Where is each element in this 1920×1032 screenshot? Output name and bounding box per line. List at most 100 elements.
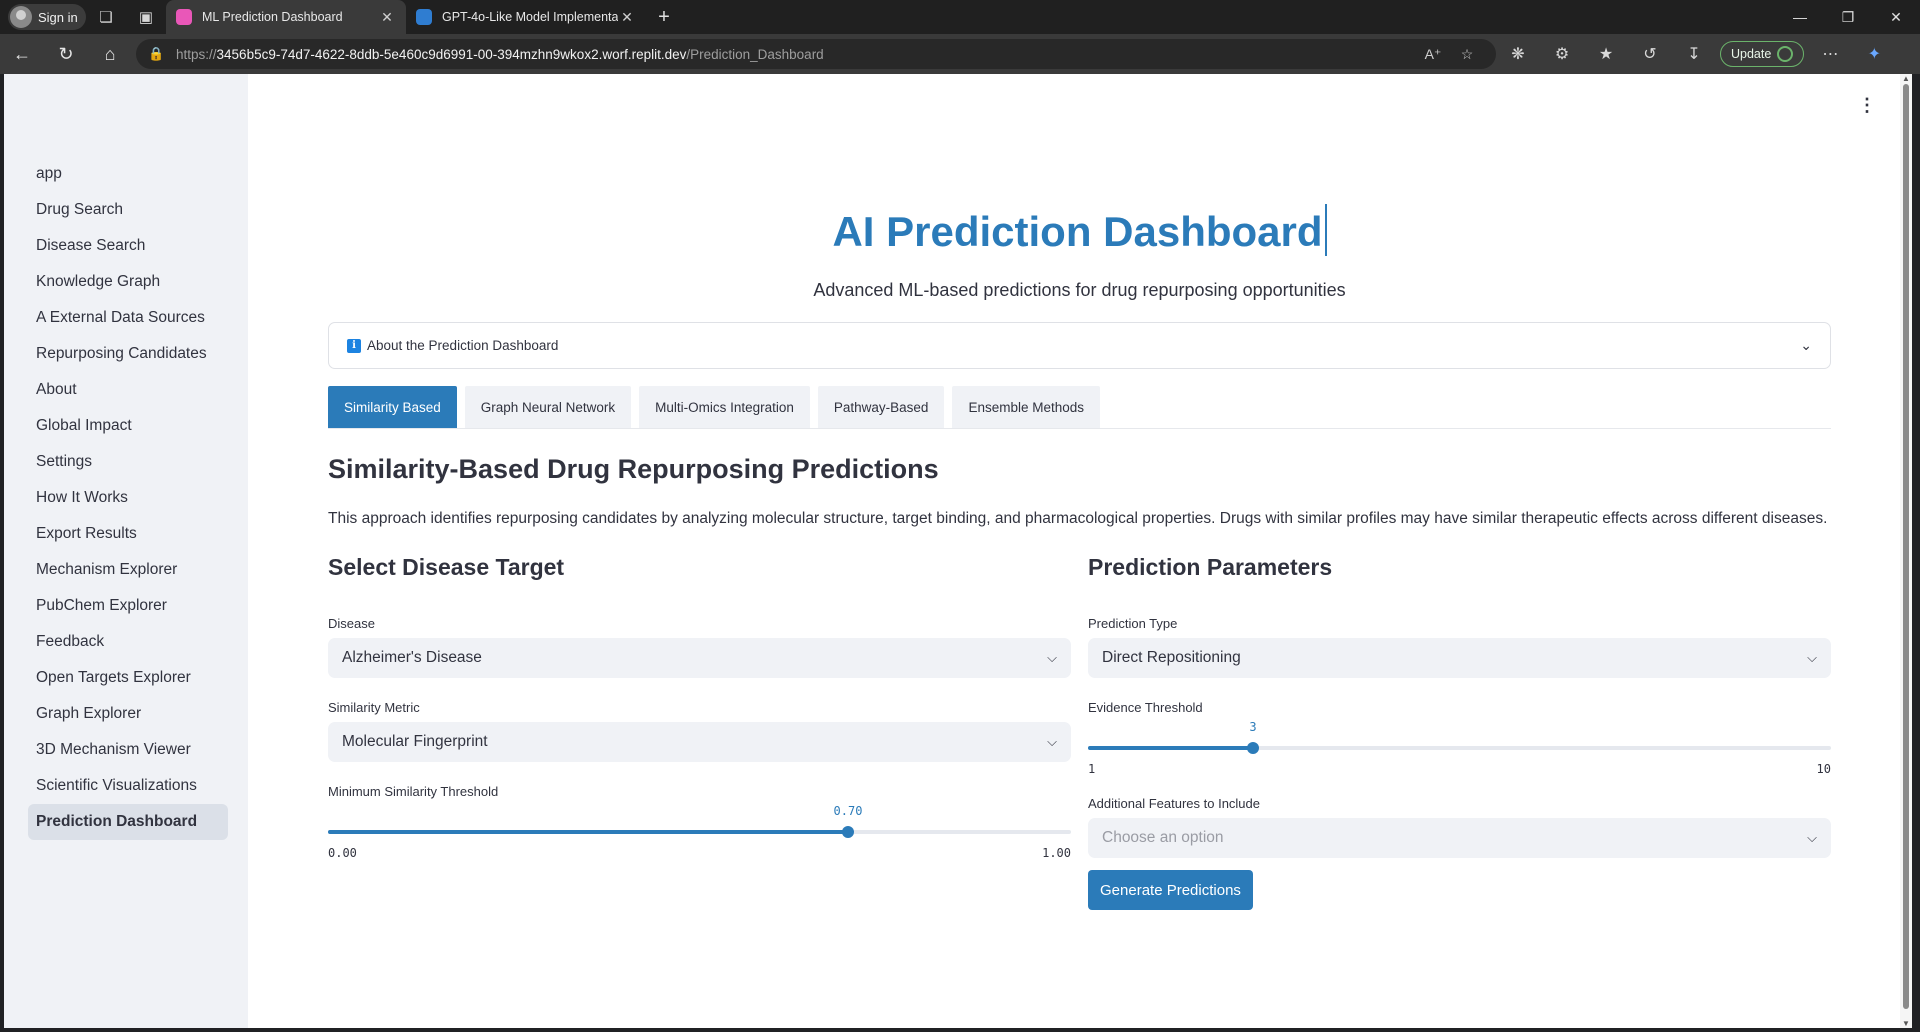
slider-max: 1.00	[1042, 846, 1071, 860]
column-title: Prediction Parameters	[1088, 554, 1333, 580]
additional-features-multiselect[interactable]: Choose an option ⌵	[1088, 818, 1831, 858]
sidebar-item-graph-explorer[interactable]: Graph Explorer	[28, 696, 228, 732]
web-page: app Drug Search Disease Search Knowledge Gr…	[4, 74, 1912, 1028]
about-expander[interactable]: i About the Prediction Dashboard ⌄	[328, 322, 1831, 369]
sidebar-item-about[interactable]: About	[28, 372, 228, 408]
tab-favicon-icon	[176, 9, 192, 25]
slider-value: 0.70	[833, 804, 863, 818]
tab-ensemble-methods[interactable]: Ensemble Methods	[952, 386, 1101, 428]
slider-fill	[328, 830, 848, 834]
tab-actions-icon[interactable]: ▣	[126, 0, 166, 34]
home-icon[interactable]: ⌂	[88, 34, 132, 74]
sidebar-item-global-impact[interactable]: Global Impact	[28, 408, 228, 444]
tab-title: ML Prediction Dashboard	[202, 10, 343, 24]
copilot-icon[interactable]: ✦	[1852, 34, 1896, 74]
history-icon[interactable]: ↺	[1628, 34, 1672, 74]
evidence-threshold-label: Evidence Threshold	[1088, 700, 1203, 715]
url-field[interactable]: 🔒 https:// 3456b5c9-74d7-4622-8ddb-5e460…	[136, 39, 1496, 69]
sidebar-item-repurposing-candidates[interactable]: Repurposing Candidates	[28, 336, 228, 372]
address-bar-row: ← ↻ ⌂ 🔒 https:// 3456b5c9-74d7-4622-8ddb…	[0, 34, 1920, 74]
sidebar-item-app[interactable]: app	[28, 156, 228, 192]
prediction-type-select[interactable]: Direct Repositioning ⌵	[1088, 638, 1831, 678]
update-status-icon	[1777, 46, 1794, 62]
close-window-icon[interactable]: ✕	[1872, 0, 1920, 34]
sidebar-item-feedback[interactable]: Feedback	[28, 624, 228, 660]
evidence-threshold-slider[interactable]: 3 1 10	[1088, 720, 1831, 780]
sidebar-item-disease-search[interactable]: Disease Search	[28, 228, 228, 264]
back-icon[interactable]: ←	[0, 34, 44, 74]
url-path: /Prediction_Dashboard	[686, 46, 824, 62]
sidebar-item-scientific-visualizations[interactable]: Scientific Visualizations	[28, 768, 228, 804]
sidebar-item-prediction-dashboard[interactable]: Prediction Dashboard	[28, 804, 228, 840]
slider-fill	[1088, 746, 1253, 750]
chevron-down-icon: ⌵	[1047, 734, 1057, 749]
sidebar-item-open-targets-explorer[interactable]: Open Targets Explorer	[28, 660, 228, 696]
slider-thumb[interactable]	[842, 826, 854, 838]
scrollbar-thumb[interactable]	[1903, 84, 1909, 1009]
scroll-up-icon[interactable]: ▲	[1902, 74, 1910, 83]
close-icon[interactable]: ✕	[618, 9, 636, 26]
close-icon[interactable]: ✕	[378, 9, 396, 26]
disease-target-column: Select Disease Target Disease Alzheimer'…	[328, 554, 1071, 860]
favorite-star-icon[interactable]: ☆	[1450, 46, 1484, 63]
refresh-icon[interactable]: ↻	[44, 34, 88, 74]
sidebar-item-drug-search[interactable]: Drug Search	[28, 192, 228, 228]
disease-label: Disease	[328, 616, 375, 631]
slider-min: 1	[1088, 762, 1096, 776]
additional-features-label: Additional Features to Include	[1088, 796, 1260, 811]
sidebar-item-mechanism-explorer[interactable]: Mechanism Explorer	[28, 552, 228, 588]
update-label: Update	[1731, 47, 1772, 61]
read-aloud-icon[interactable]: A⁺	[1416, 46, 1450, 63]
method-tabs: Similarity Based Graph Neural Network Mult…	[328, 386, 1831, 429]
page-scrollbar[interactable]: ▲ ▼	[1900, 74, 1912, 1028]
scroll-down-icon[interactable]: ▼	[1902, 1019, 1910, 1028]
sidebar-item-settings[interactable]: Settings	[28, 444, 228, 480]
disease-select-value: Alzheimer's Disease	[342, 649, 482, 666]
prediction-type-value: Direct Repositioning	[1102, 649, 1241, 666]
browser-tab-active[interactable]: ML Prediction Dashboard ✕	[166, 0, 406, 34]
disease-select[interactable]: Alzheimer's Disease ⌵	[328, 638, 1071, 678]
new-tab-button[interactable]: +	[646, 0, 682, 34]
lock-icon: 🔒	[148, 46, 165, 61]
expander-label: About the Prediction Dashboard	[367, 338, 559, 353]
favorites-icon[interactable]: ★	[1584, 34, 1628, 74]
chevron-down-icon: ⌵	[1807, 650, 1817, 665]
browser-tab[interactable]: GPT-4o-Like Model Implementati ✕	[406, 0, 646, 34]
kebab-menu-icon[interactable]: ⋮	[1858, 96, 1876, 114]
sidebar: app Drug Search Disease Search Knowledge Gr…	[4, 74, 248, 1028]
slider-thumb[interactable]	[1247, 742, 1259, 754]
sidebar-item-3d-mechanism-viewer[interactable]: 3D Mechanism Viewer	[28, 732, 228, 768]
tab-pathway-based[interactable]: Pathway-Based	[817, 386, 945, 428]
chevron-down-icon: ⌵	[1807, 830, 1817, 845]
url-scheme: https://	[176, 46, 217, 62]
chevron-down-icon: ⌵	[1047, 650, 1057, 665]
sidebar-item-knowledge-graph[interactable]: Knowledge Graph	[28, 264, 228, 300]
similarity-metric-select[interactable]: Molecular Fingerprint ⌵	[328, 722, 1071, 762]
update-button[interactable]: Update	[1720, 41, 1805, 67]
prediction-parameters-column: Prediction Parameters Prediction Type Di…	[1088, 554, 1831, 910]
generate-predictions-button[interactable]: Generate Predictions	[1088, 870, 1253, 910]
page-title: AI Prediction Dashboard	[328, 204, 1831, 256]
tab-graph-neural-network[interactable]: Graph Neural Network	[464, 386, 632, 428]
sidebar-item-a-external-data-sources[interactable]: A External Data Sources	[28, 300, 228, 336]
minimize-icon[interactable]: —	[1776, 0, 1824, 34]
similarity-threshold-label: Minimum Similarity Threshold	[328, 784, 499, 799]
downloads-icon[interactable]: ↧	[1672, 34, 1716, 74]
restore-icon[interactable]: ❐	[1824, 0, 1872, 34]
workspaces-icon[interactable]: ❏	[86, 0, 126, 34]
similarity-threshold-slider[interactable]: 0.70 0.00 1.00	[328, 804, 1071, 864]
main-content: ⋮ AI Prediction Dashboard Advanced ML-ba…	[248, 74, 1912, 1028]
tab-multi-omics-integration[interactable]: Multi-Omics Integration	[639, 386, 810, 428]
sidebar-item-pubchem-explorer[interactable]: PubChem Explorer	[28, 588, 228, 624]
extensions-puzzle-icon[interactable]: ⚙	[1540, 34, 1584, 74]
sidebar-item-export-results[interactable]: Export Results	[28, 516, 228, 552]
column-title: Select Disease Target	[328, 554, 565, 580]
extension-icon[interactable]: ❋	[1496, 34, 1540, 74]
tab-similarity-based[interactable]: Similarity Based	[328, 386, 457, 428]
sidebar-item-how-it-works[interactable]: How It Works	[28, 480, 228, 516]
page-subtitle: Advanced ML-based predictions for drug r…	[813, 280, 1346, 300]
similarity-metric-value: Molecular Fingerprint	[342, 733, 488, 750]
more-menu-icon[interactable]: ⋯	[1808, 34, 1852, 74]
slider-value: 3	[1249, 720, 1257, 734]
sign-in-button[interactable]: Sign in	[8, 4, 86, 30]
